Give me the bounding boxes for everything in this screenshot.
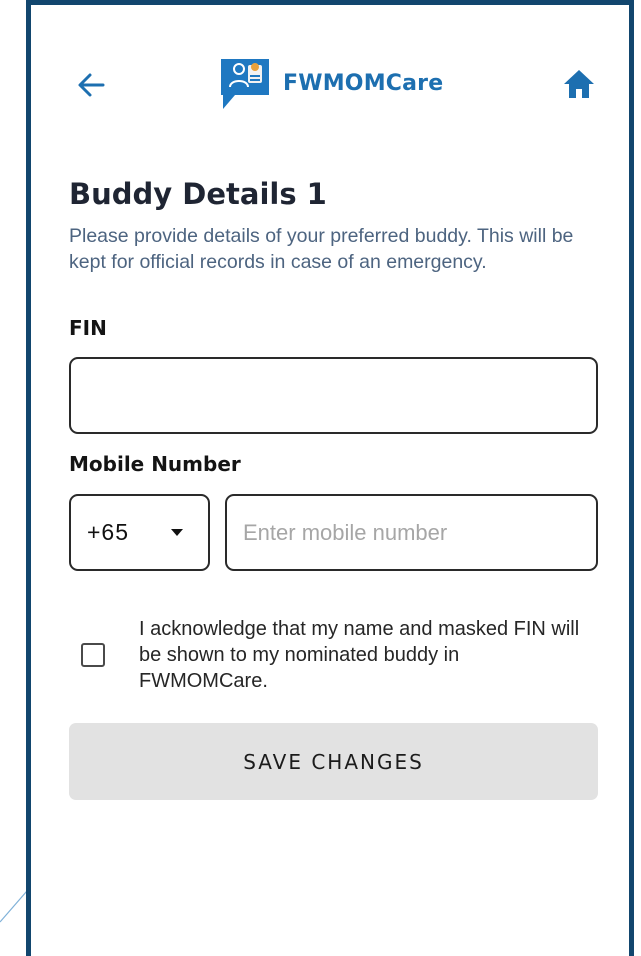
- acknowledge-text: I acknowledge that my name and masked FI…: [139, 618, 580, 692]
- chat-people-icon: [217, 55, 273, 111]
- page-title: Buddy Details 1: [69, 177, 327, 211]
- home-icon: [564, 70, 594, 98]
- mobile-number-label: Mobile Number: [69, 452, 241, 476]
- fin-input[interactable]: [69, 357, 598, 434]
- mobile-number-input[interactable]: [225, 494, 598, 571]
- page: FWMOMCare Buddy Details 1 Please provide…: [0, 0, 641, 956]
- home-button[interactable]: [561, 67, 597, 101]
- country-code-value: +65: [87, 519, 130, 545]
- back-button[interactable]: [73, 69, 109, 101]
- fin-label: FIN: [69, 316, 107, 340]
- save-changes-button[interactable]: SAVE CHANGES: [69, 723, 598, 800]
- caret-down-icon: [171, 529, 183, 536]
- phone-frame: FWMOMCare Buddy Details 1 Please provide…: [26, 0, 634, 956]
- acknowledge-checkbox[interactable]: [81, 643, 105, 667]
- app-header: FWMOMCare: [31, 55, 629, 113]
- app-logo: FWMOMCare: [217, 55, 443, 111]
- country-code-select[interactable]: +65: [69, 494, 210, 571]
- app-name: FWMOMCare: [283, 70, 444, 96]
- arrow-left-icon: [78, 73, 105, 97]
- page-subtitle: Please provide details of your preferred…: [69, 225, 574, 273]
